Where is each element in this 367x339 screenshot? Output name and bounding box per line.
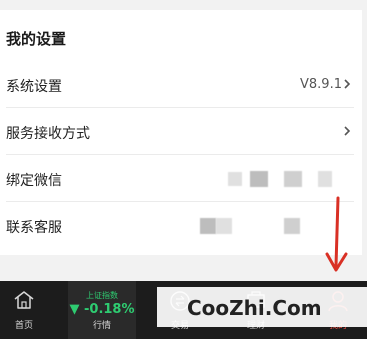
divider [6,201,354,202]
redacted-content [216,218,232,234]
row-bind-wechat[interactable]: 绑定微信 [0,156,362,202]
row-service-receive-method[interactable]: 服务接收方式 [0,109,362,155]
index-name: 上证指数 [86,291,118,300]
version-value: V8.9.1 [300,77,342,92]
divider [6,154,354,155]
redacted-content [228,172,242,186]
settings-card: 我的设置 系统设置 V8.9.1 服务接收方式 绑定微信 联系客服 [0,10,362,255]
red-arrow-annotation [325,196,348,272]
tab-market[interactable]: 上证指数 ▼ -0.18% 行情 [68,281,136,339]
redacted-content [284,171,302,187]
row-label: 联系客服 [6,220,62,236]
top-strip [0,0,367,10]
divider [6,107,354,108]
home-icon [14,291,34,309]
watermark: CooZhi.Com [157,287,367,327]
watermark-text: CooZhi.Com [187,296,322,320]
redacted-content [284,218,300,234]
section-title: 我的设置 [6,30,67,48]
tab-home[interactable]: 首页 [0,281,48,339]
redacted-content [200,218,216,234]
redacted-content [250,171,268,187]
row-label: 系统设置 [6,79,62,95]
row-label: 服务接收方式 [6,126,90,142]
index-change: ▼ -0.18% [69,302,135,317]
chevron-right-icon [344,79,351,89]
redacted-content [318,171,332,187]
row-label: 绑定微信 [6,173,62,189]
row-system-settings[interactable]: 系统设置 V8.9.1 [0,62,362,108]
chevron-right-icon [344,126,351,136]
row-contact-support[interactable]: 联系客服 [0,203,362,249]
tab-label: 行情 [92,321,111,331]
tab-label: 首页 [14,321,33,331]
